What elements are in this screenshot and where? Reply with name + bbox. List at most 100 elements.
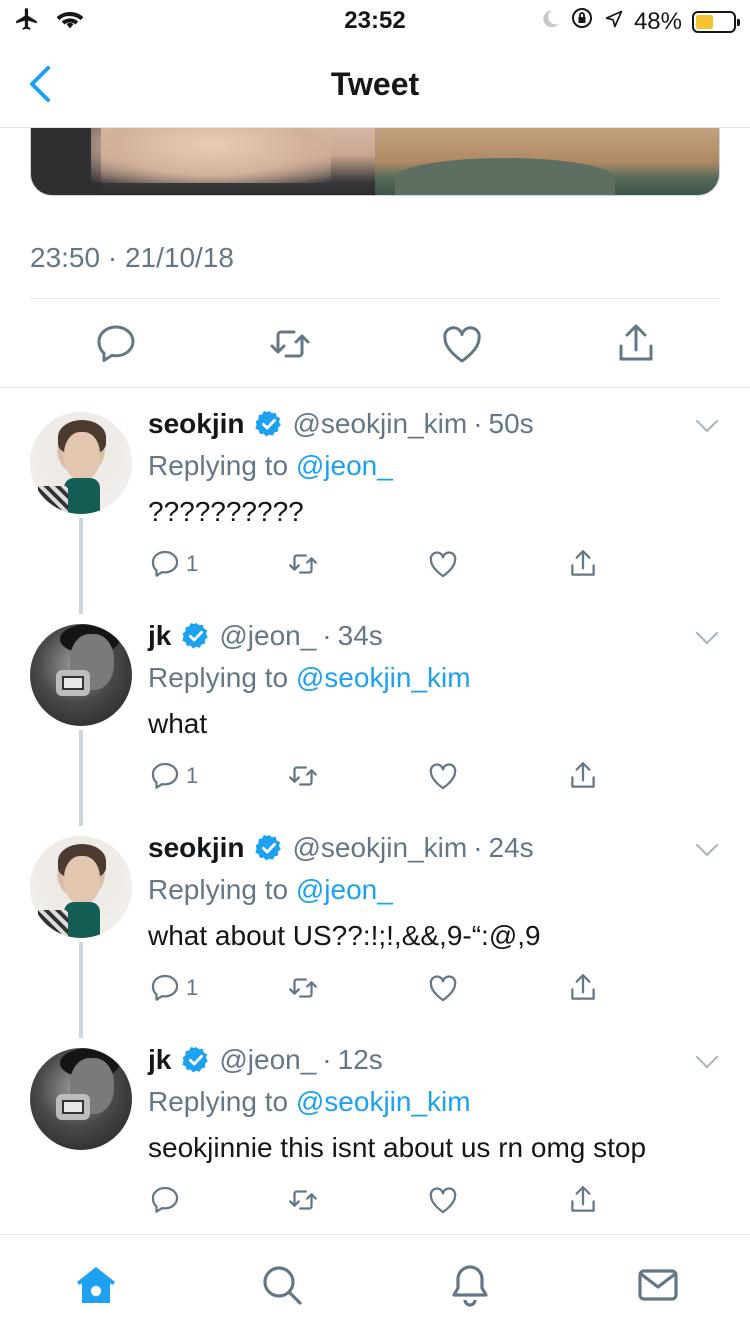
share-icon: [571, 974, 595, 1000]
chevron-down-icon[interactable]: [694, 840, 720, 860]
share-button[interactable]: [612, 320, 660, 368]
retweet-button[interactable]: [286, 1180, 320, 1220]
tab-notifications[interactable]: [446, 1261, 494, 1309]
reply-time: 34s: [337, 620, 383, 651]
chevron-down-icon[interactable]: [694, 1052, 720, 1072]
verified-badge-icon: [182, 622, 209, 649]
reply-button[interactable]: [92, 320, 140, 368]
reply-count: 1: [186, 975, 199, 1000]
reply-tweet[interactable]: seokjin @seokjin_kim · 24s Replying to @…: [0, 812, 750, 1038]
user-handle[interactable]: @seokjin_kim: [292, 408, 467, 440]
tab-home[interactable]: [72, 1261, 120, 1309]
replying-prefix: Replying to: [148, 450, 289, 481]
retweet-icon: [289, 766, 317, 786]
retweet-button[interactable]: [286, 968, 320, 1008]
user-handle[interactable]: @jeon_: [219, 1044, 316, 1076]
like-button[interactable]: [426, 968, 460, 1008]
display-name[interactable]: seokjin: [148, 408, 244, 440]
search-icon: [263, 1266, 302, 1305]
reply-icon: [151, 762, 179, 789]
like-icon: [443, 326, 481, 363]
tweet-photo-1[interactable]: [31, 128, 375, 195]
retweet-icon: [289, 1190, 317, 1210]
notifications-icon: [452, 1265, 488, 1307]
reply-text: what about US??:!;!,&&,9-“:@,9: [148, 920, 541, 951]
replying-to: Replying to @jeon_: [148, 874, 393, 906]
reply-actions: 1: [148, 756, 720, 796]
mention-link[interactable]: @seokjin_kim: [296, 1086, 471, 1117]
display-name[interactable]: seokjin: [148, 832, 244, 864]
reply-button[interactable]: 1: [148, 756, 198, 796]
mention-link[interactable]: @jeon_: [296, 450, 393, 481]
reply-actions: 1: [148, 968, 720, 1008]
retweet-button[interactable]: [286, 756, 320, 796]
display-name[interactable]: jk: [148, 1044, 171, 1076]
user-handle[interactable]: @jeon_: [219, 620, 316, 652]
tweet-timestamp: 23:50 · 21/10/18: [30, 242, 234, 273]
share-icon: [571, 1186, 595, 1212]
mention-link[interactable]: @jeon_: [296, 874, 393, 905]
reply-actions: 1: [148, 544, 720, 584]
replying-prefix: Replying to: [148, 662, 289, 693]
retweet-icon: [289, 554, 317, 574]
avatar[interactable]: [30, 412, 132, 514]
reply-tweet[interactable]: jk @jeon_ · 12s Replying to @seokjin_kim…: [0, 1024, 750, 1236]
reply-tweet[interactable]: seokjin @seokjin_kim · 50s Replying to @…: [0, 388, 750, 614]
reply-button[interactable]: [148, 1180, 186, 1220]
share-icon: [571, 762, 595, 788]
chevron-down-icon[interactable]: [694, 416, 720, 436]
status-bar: 23:52 48%: [0, 0, 750, 40]
separator: ·: [473, 832, 483, 863]
mention-link[interactable]: @seokjin_kim: [296, 662, 471, 693]
reply-actions: [148, 1180, 720, 1220]
like-button[interactable]: [426, 1180, 460, 1220]
separator: ·: [322, 620, 332, 651]
verified-badge-icon: [255, 834, 282, 861]
share-button[interactable]: [566, 756, 600, 796]
reply-icon: [97, 325, 135, 362]
reply-text: what: [148, 708, 208, 739]
display-name[interactable]: jk: [148, 620, 171, 652]
tweet-photo-2[interactable]: [375, 128, 719, 195]
reply-button[interactable]: 1: [148, 544, 198, 584]
separator: ·: [473, 408, 483, 439]
like-icon: [429, 551, 457, 578]
share-icon: [571, 550, 595, 576]
replying-to: Replying to @seokjin_kim: [148, 662, 471, 694]
moon-icon: [540, 8, 560, 36]
avatar[interactable]: [30, 1048, 132, 1150]
chevron-down-icon[interactable]: [694, 628, 720, 648]
replying-prefix: Replying to: [148, 1086, 289, 1117]
battery-level: [696, 14, 714, 29]
like-button[interactable]: [426, 756, 460, 796]
tweet-actions: [0, 320, 750, 368]
like-button[interactable]: [438, 320, 486, 368]
reply-icon: [151, 1186, 179, 1213]
reply-time: 50s: [488, 408, 534, 439]
replying-to: Replying to @jeon_: [148, 450, 393, 482]
reply-button[interactable]: 1: [148, 968, 198, 1008]
tab-search[interactable]: [258, 1261, 306, 1309]
retweet-button[interactable]: [286, 544, 320, 584]
share-button[interactable]: [566, 1180, 600, 1220]
tab-bar: [0, 1234, 750, 1334]
like-button[interactable]: [426, 544, 460, 584]
reply-count: 1: [186, 551, 199, 576]
user-handle[interactable]: @seokjin_kim: [292, 832, 467, 864]
share-button[interactable]: [566, 544, 600, 584]
tab-messages[interactable]: [634, 1261, 682, 1309]
avatar[interactable]: [30, 624, 132, 726]
reply-tweet[interactable]: jk @jeon_ · 34s Replying to @seokjin_kim…: [0, 600, 750, 826]
reply-time: 12s: [337, 1044, 383, 1075]
nav-bar: Tweet: [0, 40, 750, 128]
page-title: Tweet: [330, 66, 420, 102]
verified-badge-icon: [255, 410, 282, 437]
reply-icon: [151, 974, 179, 1001]
tweet-media[interactable]: [30, 128, 720, 196]
like-icon: [429, 975, 457, 1002]
battery-percent: 48%: [633, 7, 682, 35]
avatar[interactable]: [30, 836, 132, 938]
share-button[interactable]: [566, 968, 600, 1008]
location-arrow-icon: [604, 8, 624, 36]
retweet-button[interactable]: [266, 320, 314, 368]
